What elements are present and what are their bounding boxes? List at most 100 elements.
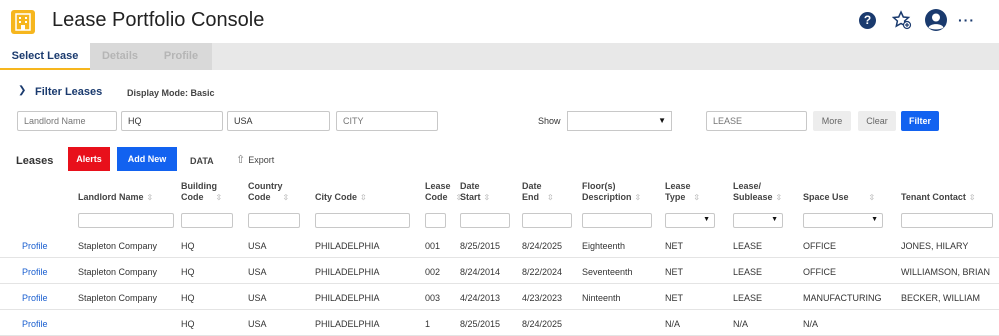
table-row: Profile HQ USA PHILADELPHIA 1 8/25/2015 8/24/2… (0, 310, 999, 336)
cell-tenant-contact: JONES, HILARY (901, 241, 969, 251)
column-filter-city-code[interactable] (315, 213, 410, 228)
column-filter-tenant-contact[interactable] (901, 213, 993, 228)
alerts-button[interactable]: Alerts (68, 147, 110, 171)
column-header-date-end[interactable]: Date End ⇳ (522, 181, 554, 203)
sort-icon: ⇳ (146, 193, 154, 202)
sort-icon: ⇳ (483, 193, 491, 202)
city-input[interactable] (336, 111, 438, 131)
column-filter-date-end[interactable] (522, 213, 572, 228)
column-filter-lease-code[interactable] (425, 213, 446, 228)
column-header-floors-description[interactable]: Floor(s) Description ⇳ (582, 181, 641, 203)
cell-lease-code: 003 (425, 293, 441, 303)
cell-building-code: HQ (181, 319, 195, 329)
column-filter-space-use[interactable]: ▼ (803, 213, 883, 228)
sort-icon: ⇳ (775, 193, 783, 202)
column-header-landlord-name[interactable]: Landlord Name ⇳ (78, 192, 153, 203)
column-header-country-code[interactable]: Country Code ⇳ (248, 181, 289, 203)
add-new-button[interactable]: Add New (117, 147, 177, 171)
cell-date-end: 4/23/2023 (522, 293, 563, 303)
cell-lease-type: NET (665, 267, 683, 277)
country-code-input[interactable] (227, 111, 330, 131)
column-header-lease-type[interactable]: Lease Type ⇳ (665, 181, 700, 203)
cell-country-code: USA (248, 319, 267, 329)
column-header-tenant-contact[interactable]: Tenant Contact ⇳ (901, 192, 976, 203)
cell-city-code: PHILADELPHIA (315, 293, 380, 303)
cell-lease-sublease: LEASE (733, 241, 763, 251)
chevron-down-icon: ❯ (18, 85, 27, 96)
column-header-building-code[interactable]: Building Code ⇳ (181, 181, 222, 203)
cell-lease-type: N/A (665, 319, 681, 329)
export-button[interactable]: ⇧ Export (236, 153, 274, 166)
column-header-space-use[interactable]: Space Use ⇳ (803, 192, 875, 203)
column-header-lease-sublease[interactable]: Lease/Sublease ⇳ (733, 181, 782, 203)
sort-icon: ⇳ (360, 193, 367, 202)
column-filter-landlord-name[interactable] (78, 213, 174, 228)
data-button[interactable]: DATA (190, 156, 214, 166)
landlord-name-input[interactable] (17, 111, 117, 131)
table-row: Profile Stapleton Company HQ USA PHILADELPHI… (0, 232, 999, 258)
cell-lease-sublease: LEASE (733, 267, 763, 277)
cell-lease-type: NET (665, 241, 683, 251)
column-filter-lease-sublease[interactable]: ▼ (733, 213, 783, 228)
more-button[interactable]: More (813, 111, 851, 131)
help-icon[interactable]: ? (859, 12, 876, 29)
user-avatar-icon[interactable] (924, 8, 948, 32)
app-title: Lease Portfolio Console (52, 9, 265, 31)
building-icon (11, 10, 35, 34)
table-row: Profile Stapleton Company HQ USA PHILADELPHI… (0, 284, 999, 310)
profile-link[interactable]: Profile (22, 241, 48, 251)
cell-city-code: PHILADELPHIA (315, 241, 380, 251)
show-label: Show (538, 116, 561, 126)
clear-button[interactable]: Clear (858, 111, 896, 131)
cell-space-use: OFFICE (803, 241, 836, 251)
cell-date-end: 8/24/2025 (522, 319, 563, 329)
cell-date-start: 8/25/2015 (460, 241, 501, 251)
cell-space-use: OFFICE (803, 267, 836, 277)
cell-date-end: 8/24/2025 (522, 241, 563, 251)
cell-lease-sublease: N/A (733, 319, 749, 329)
favorite-star-icon[interactable] (891, 10, 914, 32)
dropdown-caret-icon: ▼ (771, 216, 778, 223)
cell-lease-code: 002 (425, 267, 441, 277)
column-filter-lease-type[interactable]: ▼ (665, 213, 715, 228)
filter-button[interactable]: Filter (901, 111, 939, 131)
cell-tenant-contact: BECKER, WILLIAM (901, 293, 981, 303)
dropdown-caret-icon: ▼ (871, 216, 878, 223)
cell-building-code: HQ (181, 267, 195, 277)
cell-building-code: HQ (181, 241, 195, 251)
column-filter-country-code[interactable] (248, 213, 300, 228)
tab-select-lease[interactable]: Select Lease (0, 43, 90, 70)
sort-icon: ⇳ (634, 193, 642, 202)
column-filter-building-code[interactable] (181, 213, 233, 228)
cell-space-use: MANUFACTURING (803, 293, 882, 303)
more-icon[interactable]: ··· (958, 12, 980, 34)
display-mode-label[interactable]: Display Mode: Basic (127, 88, 215, 98)
cell-lease-sublease: LEASE (733, 293, 763, 303)
column-header-date-start[interactable]: Date Start ⇳ (460, 181, 490, 203)
column-filter-floors-description[interactable] (582, 213, 652, 228)
sort-icon: ⇳ (693, 193, 701, 202)
column-header-lease-code[interactable]: Lease Code ⇳ (425, 181, 462, 203)
cell-floors-description: Ninteenth (582, 293, 621, 303)
lease-input[interactable] (706, 111, 807, 131)
column-header-city-code[interactable]: City Code ⇳ (315, 192, 367, 203)
cell-landlord-name: Stapleton Company (78, 241, 158, 251)
cell-floors-description: Seventeenth (582, 267, 633, 277)
profile-link[interactable]: Profile (22, 267, 48, 277)
show-select[interactable]: ▼ (567, 111, 672, 131)
sort-icon: ⇳ (547, 193, 554, 202)
cell-country-code: USA (248, 241, 267, 251)
dropdown-caret-icon: ▼ (658, 116, 666, 125)
sort-icon: ⇳ (282, 193, 290, 202)
tab-profile[interactable]: Profile (150, 43, 212, 70)
column-filter-date-start[interactable] (460, 213, 510, 228)
building-code-input[interactable] (121, 111, 223, 131)
cell-city-code: PHILADELPHIA (315, 319, 380, 329)
cell-space-use: N/A (803, 319, 819, 329)
leases-label: Leases (16, 155, 54, 167)
cell-lease-code: 001 (425, 241, 441, 251)
tab-details[interactable]: Details (90, 43, 150, 70)
profile-link[interactable]: Profile (22, 319, 48, 329)
export-icon: ⇧ (236, 154, 246, 166)
profile-link[interactable]: Profile (22, 293, 48, 303)
